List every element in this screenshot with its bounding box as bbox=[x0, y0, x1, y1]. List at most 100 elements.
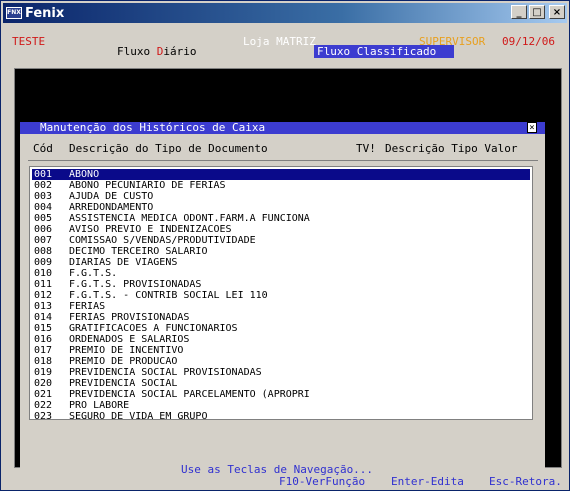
list-item[interactable]: 012 F.G.T.S. - CONTRIB SOCIAL LEI 110 bbox=[32, 290, 530, 301]
item-description: PREMIO DE PRODUCAO bbox=[69, 356, 178, 367]
item-description: COMISSAO S/VENDAS/PRODUTIVIDADE bbox=[69, 235, 256, 246]
item-code: 017 bbox=[34, 345, 53, 356]
list-item[interactable]: 016 ORDENADOS E SALARIOS bbox=[32, 334, 530, 345]
item-description: ORDENADOS E SALARIOS bbox=[69, 334, 190, 345]
item-code: 023 bbox=[34, 411, 53, 422]
item-code: 007 bbox=[34, 235, 53, 246]
esc-return-hint[interactable]: Esc-Retora. bbox=[489, 475, 562, 488]
dialog-close-button[interactable]: × bbox=[527, 122, 537, 133]
item-description: PREVIDENCIA SOCIAL PROVISIONADAS bbox=[69, 367, 262, 378]
item-description: AJUDA DE CUSTO bbox=[69, 191, 154, 202]
item-description: PREVIDENCIA SOCIAL bbox=[69, 378, 178, 389]
historicos-list[interactable]: 001 ABONO 002 ABONO PECUNIARIO DE FERIAS 003… bbox=[29, 166, 533, 422]
list-item[interactable]: 014 FERIAS PROVISIONADAS bbox=[32, 312, 530, 323]
item-description: F.G.T.S. bbox=[69, 268, 118, 279]
item-description: ARREDONDAMENTO bbox=[69, 202, 154, 213]
f10-function-hint[interactable]: F10-VerFunção bbox=[279, 475, 365, 488]
item-code: 015 bbox=[34, 323, 53, 334]
list-item[interactable]: 009 DIARIAS DE VIAGENS bbox=[32, 257, 530, 268]
column-header-code: Cód bbox=[33, 142, 53, 155]
item-description: F.G.T.S. - CONTRIB SOCIAL LEI 110 bbox=[69, 290, 268, 301]
window-controls: _ □ × bbox=[511, 5, 565, 19]
list-item[interactable]: 007 COMISSAO S/VENDAS/PRODUTIVIDADE bbox=[32, 235, 530, 246]
item-code: 013 bbox=[34, 301, 53, 312]
item-description: DIARIAS DE VIAGENS bbox=[69, 257, 178, 268]
minimize-button[interactable]: _ bbox=[511, 5, 527, 19]
header-divider bbox=[28, 160, 538, 161]
tab-fluxo-diario[interactable]: Fluxo Diário bbox=[117, 45, 197, 58]
item-code: 004 bbox=[34, 202, 53, 213]
item-description: DECIMO TERCEIRO SALARIO bbox=[69, 246, 208, 257]
list-footer bbox=[29, 422, 533, 432]
item-code: 022 bbox=[34, 400, 53, 411]
item-code: 003 bbox=[34, 191, 53, 202]
maximize-icon: □ bbox=[532, 6, 542, 18]
store-name: Loja MATRIZ bbox=[243, 35, 316, 48]
list-item[interactable]: 022 PRO LABORE bbox=[32, 400, 530, 411]
item-code: 009 bbox=[34, 257, 53, 268]
column-header-tipo-valor: Descrição Tipo Valor bbox=[385, 142, 518, 155]
list-item[interactable]: 008 DECIMO TERCEIRO SALARIO bbox=[32, 246, 530, 257]
list-item[interactable]: 006 AVISO PREVIO E INDENIZACOES bbox=[32, 224, 530, 235]
minimize-icon: _ bbox=[516, 6, 522, 18]
item-code: 014 bbox=[34, 312, 53, 323]
tab-fluxo-diario-rest: iário bbox=[163, 45, 197, 58]
list-item[interactable]: 005 ASSISTENCIA MEDICA ODONT.FARM.A FUNCI… bbox=[32, 213, 530, 224]
item-code: 011 bbox=[34, 279, 53, 290]
enter-edit-hint[interactable]: Enter-Edita bbox=[391, 475, 464, 488]
item-description: PREMIO DE INCENTIVO bbox=[69, 345, 184, 356]
list-item[interactable]: 017 PREMIO DE INCENTIVO bbox=[32, 345, 530, 356]
list-item[interactable]: 010 F.G.T.S. bbox=[32, 268, 530, 279]
list-item[interactable]: 013 FERIAS bbox=[32, 301, 530, 312]
item-code: 008 bbox=[34, 246, 53, 257]
list-item[interactable]: 018 PREMIO DE PRODUCAO bbox=[32, 356, 530, 367]
item-code: 006 bbox=[34, 224, 53, 235]
list-item[interactable]: 023 SEGURO DE VIDA EM GRUPO bbox=[32, 411, 530, 422]
close-icon: × bbox=[552, 6, 562, 18]
app-icon: FNX bbox=[6, 7, 22, 19]
list-item[interactable]: 003 AJUDA DE CUSTO bbox=[32, 191, 530, 202]
item-description: PREVIDENCIA SOCIAL PARCELAMENTO (APROPRI bbox=[69, 389, 310, 400]
list-item[interactable]: 004 ARREDONDAMENTO bbox=[32, 202, 530, 213]
column-header-description: Descrição do Tipo de Documento bbox=[69, 142, 268, 155]
dialog-title: Manutenção dos Históricos de Caixa bbox=[20, 122, 545, 134]
column-header-tv: TV! bbox=[356, 142, 376, 155]
item-code: 020 bbox=[34, 378, 53, 389]
client-area: TESTE Loja MATRIZ SUPERVISOR 09/12/06 Fl… bbox=[5, 25, 565, 488]
item-code: 010 bbox=[34, 268, 53, 279]
item-description: GRATIFICACOES A FUNCIONARIOS bbox=[69, 323, 238, 334]
item-code: 019 bbox=[34, 367, 53, 378]
list-item[interactable]: 002 ABONO PECUNIARIO DE FERIAS bbox=[32, 180, 530, 191]
item-description: F.G.T.S. PROVISIONADAS bbox=[69, 279, 202, 290]
title-bar[interactable]: FNX Fenix _ □ × bbox=[3, 3, 567, 23]
item-description: FERIAS PROVISIONADAS bbox=[69, 312, 190, 323]
tab-fluxo-classificado[interactable]: Fluxo Classificado bbox=[314, 45, 454, 58]
list-item[interactable]: 015 GRATIFICACOES A FUNCIONARIOS bbox=[32, 323, 530, 334]
item-description: AVISO PREVIO E INDENIZACOES bbox=[69, 224, 232, 235]
close-button[interactable]: × bbox=[549, 5, 565, 19]
item-code: 002 bbox=[34, 180, 53, 191]
current-date: 09/12/06 bbox=[502, 35, 555, 48]
list-item[interactable]: 020 PREVIDENCIA SOCIAL bbox=[32, 378, 530, 389]
maximize-button[interactable]: □ bbox=[529, 5, 545, 19]
item-description: ASSISTENCIA MEDICA ODONT.FARM.A FUNCIONA bbox=[69, 213, 310, 224]
company-name: TESTE bbox=[12, 35, 46, 48]
tab-fluxo-diario-prefix: Fluxo bbox=[117, 45, 157, 58]
list-item[interactable]: 011 F.G.T.S. PROVISIONADAS bbox=[32, 279, 530, 290]
item-code: 018 bbox=[34, 356, 53, 367]
item-description: ABONO bbox=[69, 169, 100, 180]
app-window: FNX Fenix _ □ × TESTE Loja MATRIZ SUPERV… bbox=[0, 0, 570, 491]
window-title: Fenix bbox=[25, 5, 65, 21]
list-item[interactable]: 021 PREVIDENCIA SOCIAL PARCELAMENTO (APRO… bbox=[32, 389, 530, 400]
item-description: SEGURO DE VIDA EM GRUPO bbox=[69, 411, 208, 422]
item-code: 005 bbox=[34, 213, 53, 224]
item-code: 016 bbox=[34, 334, 53, 345]
historicos-dialog: Manutenção dos Históricos de Caixa × Cód… bbox=[20, 122, 545, 475]
item-description: ABONO PECUNIARIO DE FERIAS bbox=[69, 180, 226, 191]
item-description: FERIAS bbox=[69, 301, 106, 312]
item-code: 001 bbox=[34, 169, 53, 180]
item-code: 012 bbox=[34, 290, 53, 301]
list-item[interactable]: 019 PREVIDENCIA SOCIAL PROVISIONADAS bbox=[32, 367, 530, 378]
list-item[interactable]: 001 ABONO bbox=[32, 169, 530, 180]
item-description: PRO LABORE bbox=[69, 400, 130, 411]
